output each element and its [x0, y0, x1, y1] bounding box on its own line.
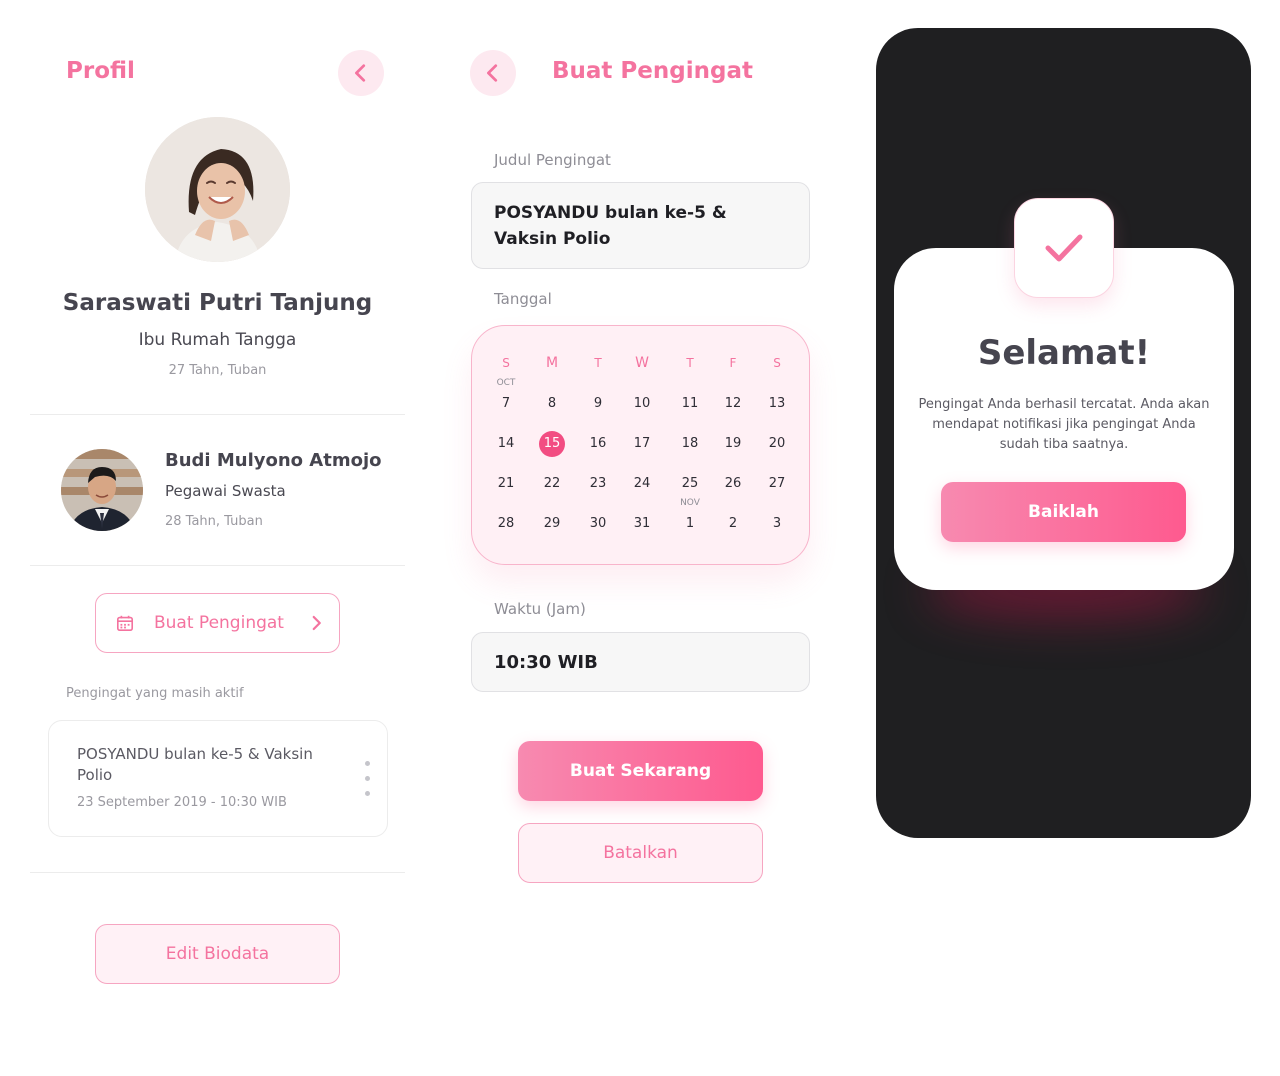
page-title: Profil [66, 58, 135, 84]
weekday-label: W [635, 355, 649, 371]
calendar-day[interactable]: 14 [486, 432, 526, 456]
reminder-datetime: 23 September 2019 - 10:30 WIB [77, 795, 287, 810]
ok-button[interactable]: Baiklah [941, 482, 1186, 542]
avatar [145, 117, 290, 262]
calendar-day[interactable]: 23 [578, 472, 618, 496]
time-input[interactable]: 10:30 WIB [471, 632, 810, 692]
calendar-day[interactable]: 17 [622, 432, 662, 456]
calendar-day[interactable]: 7 [486, 392, 526, 416]
weekday-label: M [545, 355, 559, 371]
success-title: Selamat! [977, 333, 1151, 373]
calendar-day[interactable]: 20 [757, 432, 797, 456]
back-button[interactable] [470, 50, 516, 96]
user-name: Saraswati Putri Tanjung [62, 290, 373, 316]
user-photo [145, 117, 290, 262]
calendar-day[interactable]: 26 [713, 472, 753, 496]
spouse-name: Budi Mulyono Atmojo [165, 450, 382, 471]
calendar-day[interactable]: 18 [670, 432, 710, 456]
active-reminders-label: Pengingat yang masih aktif [66, 686, 244, 701]
user-occupation: Ibu Rumah Tangga [138, 330, 297, 350]
kebab-icon[interactable] [365, 761, 371, 801]
calendar-day[interactable]: 9 [578, 392, 618, 416]
calendar-day-selected[interactable]: 15 [532, 432, 572, 456]
calendar-day[interactable]: 19 [713, 432, 753, 456]
divider [30, 565, 405, 566]
calendar-day[interactable]: 28 [486, 512, 526, 536]
time-field-label: Waktu (Jam) [494, 600, 586, 618]
calendar-day[interactable]: 16 [578, 432, 618, 456]
calendar-day[interactable]: 12 [713, 392, 753, 416]
chevron-left-icon [355, 64, 366, 82]
reminder-title: POSYANDU bulan ke-5 & Vaksin Polio [77, 745, 313, 784]
calendar-day[interactable]: 31 [622, 512, 662, 536]
calendar-day[interactable]: 1 [670, 512, 710, 536]
date-picker[interactable]: S M T W T F S OCT 7 8 9 10 11 12 13 14 15 16 17 18 19 20 21 22 2… [471, 325, 810, 565]
screen: Profil Saraswati Putri Tanjung Ibu Rumah… [0, 0, 1280, 1076]
calendar-day[interactable]: 27 [757, 472, 797, 496]
chevron-left-icon [487, 64, 498, 82]
back-button[interactable] [338, 50, 384, 96]
title-input[interactable]: POSYANDU bulan ke-5 & Vaksin Polio [471, 182, 810, 269]
spouse-photo [61, 449, 143, 531]
weekday-label: S [502, 356, 510, 370]
calendar-day[interactable]: 25 [670, 472, 710, 496]
divider [30, 414, 405, 415]
calendar-day[interactable]: 13 [757, 392, 797, 416]
calendar-icon [116, 615, 134, 632]
weekday-label: F [729, 356, 737, 370]
calendar-day[interactable]: 2 [713, 512, 753, 536]
title-field-label: Judul Pengingat [494, 151, 611, 169]
edit-biodata-button[interactable]: Edit Biodata [95, 924, 340, 984]
user-age-location: 27 Tahn, Tuban [168, 363, 267, 378]
calendar-day[interactable]: 29 [532, 512, 572, 536]
calendar-day[interactable]: 8 [532, 392, 572, 416]
success-message: Pengingat Anda berhasil tercatat. Anda a… [918, 397, 1210, 452]
spouse-avatar [61, 449, 143, 531]
weekday-label: T [594, 356, 602, 370]
create-reminder-label: Buat Pengingat [154, 613, 284, 633]
checkmark-icon [1045, 234, 1083, 262]
divider [30, 872, 405, 873]
calendar-day[interactable]: 11 [670, 392, 710, 416]
cancel-button[interactable]: Batalkan [518, 823, 763, 883]
weekday-label: S [773, 356, 781, 370]
calendar-day[interactable]: 21 [486, 472, 526, 496]
chevron-right-icon [312, 615, 321, 631]
submit-button[interactable]: Buat Sekarang [518, 741, 763, 801]
page-title: Buat Pengingat [552, 58, 753, 84]
weekday-label: T [686, 356, 694, 370]
calendar-day[interactable]: 3 [757, 512, 797, 536]
calendar-day[interactable]: 24 [622, 472, 662, 496]
calendar-day[interactable]: 30 [578, 512, 618, 536]
calendar-day[interactable]: 10 [622, 392, 662, 416]
spouse-age-location: 28 Tahn, Tuban [165, 514, 263, 529]
month-label: NOV [680, 498, 700, 508]
month-label: OCT [496, 378, 516, 388]
create-reminder-button[interactable]: Buat Pengingat [95, 593, 340, 653]
date-field-label: Tanggal [494, 290, 552, 308]
spouse-occupation: Pegawai Swasta [165, 482, 286, 500]
active-reminder-card[interactable]: POSYANDU bulan ke-5 & Vaksin Polio 23 Se… [48, 720, 388, 837]
success-badge [1014, 198, 1114, 298]
calendar-day[interactable]: 22 [532, 472, 572, 496]
